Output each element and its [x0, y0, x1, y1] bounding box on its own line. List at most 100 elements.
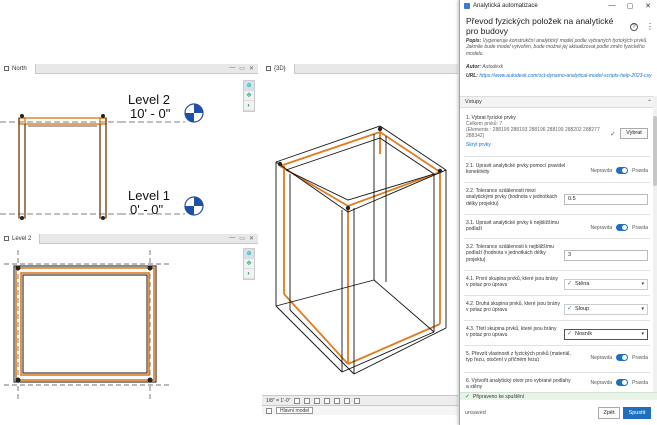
- panel-footer: unsaved Zpět Spustit: [460, 401, 657, 425]
- check-icon: ✓: [465, 394, 471, 400]
- connectivity-toggle[interactable]: Nepravda Pravda: [590, 167, 648, 174]
- level-1-head-icon: [184, 196, 204, 216]
- script-title: Převod fyzických položek na analytické p…: [466, 16, 614, 36]
- level-2-plan-drawing: [4, 250, 170, 402]
- toggle-on-label: Pravda: [632, 379, 648, 386]
- close-icon[interactable]: ✕: [639, 2, 657, 10]
- north-window-controls[interactable]: — ▭ ✕: [229, 65, 258, 72]
- level-2-window-controls[interactable]: — ▭ ✕: [229, 235, 258, 242]
- 3d-view[interactable]: {3D}: [262, 64, 458, 412]
- crop-icon[interactable]: [334, 397, 341, 404]
- run-button[interactable]: Spustit: [623, 407, 651, 419]
- author-label: Autor:: [466, 64, 481, 70]
- active-model-field[interactable]: Hlavní model: [276, 407, 314, 414]
- tab-north[interactable]: North: [0, 64, 36, 74]
- north-view-header: North — ▭ ✕: [0, 64, 258, 74]
- north-elevation-view[interactable]: North — ▭ ✕ Level 2 10' - 0" Level 1 0' …: [0, 64, 258, 232]
- level-2-plan-view[interactable]: Level 2 — ▭ ✕ ⊕ ✥ ◐: [0, 234, 258, 404]
- detail-level-icon[interactable]: [294, 397, 301, 404]
- scrollbar-thumb[interactable]: [653, 116, 657, 186]
- chevron-up-icon[interactable]: ⌃: [647, 99, 652, 106]
- row-label: 6. Vytvořit analytický otvor pro vybrané…: [466, 378, 571, 391]
- 3d-tab-label: {3D}: [274, 65, 286, 72]
- view-scale[interactable]: 1/8" = 1'-0": [266, 398, 290, 404]
- physical-properties-toggle[interactable]: Nepravda Pravda: [590, 354, 648, 361]
- toggle-switch[interactable]: [616, 167, 629, 174]
- tab-3d[interactable]: {3D}: [262, 64, 295, 74]
- input-first-group: 4.1. První skupina prvků, které jsou brá…: [464, 273, 650, 296]
- row-label: 4.1. První skupina prvků, které jsou brá…: [466, 276, 558, 289]
- select-elements-button[interactable]: Vybrat: [620, 128, 648, 139]
- second-group-select[interactable]: ✓ Sloup ▾: [564, 304, 648, 315]
- back-button[interactable]: Zpět: [598, 407, 620, 419]
- toggle-switch[interactable]: [616, 224, 629, 231]
- first-group-select[interactable]: ✓ Stěna ▾: [564, 279, 648, 290]
- input-select-elements: 1. Vybrat fyzické prvky Celkem prvků: 7 …: [464, 111, 650, 157]
- url-link[interactable]: https://www.autodesk.com/sct-dynamo-anal…: [479, 73, 651, 79]
- zoom-icon[interactable]: ⊕: [244, 81, 254, 91]
- level-2-view-header: Level 2 — ▭ ✕: [0, 234, 258, 244]
- plan-view-icon: [4, 236, 9, 241]
- nearest-level-toggle[interactable]: Nepravda Pravda: [590, 224, 648, 231]
- inputs-scroll-area[interactable]: Vstupy ⌃ 1. Vybrat fyzické prvky Celkem …: [460, 96, 657, 392]
- panel-scrollbar[interactable]: [653, 96, 657, 392]
- unsaved-indicator: unsaved: [465, 410, 486, 416]
- check-icon: ✓: [567, 281, 573, 287]
- third-group-select[interactable]: ✓ Nosník ▾: [564, 329, 648, 340]
- level-2-navigation-bar[interactable]: ⊕ ✥ ◐: [243, 248, 255, 280]
- sun-path-icon[interactable]: [314, 397, 321, 404]
- shadows-icon[interactable]: [324, 397, 331, 404]
- inputs-section-label: Vstupy: [465, 99, 482, 105]
- level-tolerance-input[interactable]: 3: [564, 250, 648, 261]
- north-navigation-bar[interactable]: ⊕ ✥ ◐: [243, 80, 255, 112]
- toggle-off-label: Nepravda: [590, 167, 613, 174]
- toggle-on-label: Pravda: [632, 224, 648, 231]
- input-second-group: 4.2. Druhá skupina prvků, které jsou brá…: [464, 298, 650, 321]
- revit-workspace: North — ▭ ✕ Level 2 10' - 0" Level 1 0' …: [0, 0, 657, 425]
- 3d-view-header: {3D}: [262, 64, 458, 74]
- visual-style-icon[interactable]: [304, 397, 311, 404]
- inputs-section-header[interactable]: Vstupy ⌃: [460, 97, 657, 108]
- url-label: URL:: [466, 73, 478, 79]
- toggle-off-label: Nepravda: [590, 379, 613, 386]
- reveal-icon[interactable]: [354, 397, 361, 404]
- toggle-switch[interactable]: [616, 379, 629, 386]
- orbit-icon[interactable]: ◐: [244, 101, 254, 111]
- check-icon: ✓: [567, 331, 573, 337]
- analytical-opening-toggle[interactable]: Nepravda Pravda: [590, 379, 648, 386]
- hide-icon[interactable]: [344, 397, 351, 404]
- pan-icon[interactable]: ✥: [244, 259, 254, 269]
- row-label: 2.1. Upravit analytické prvky pomocí pra…: [466, 163, 566, 176]
- orbit-icon[interactable]: ◐: [244, 269, 254, 279]
- ready-status-text: Připraveno ke spuštění: [473, 393, 525, 400]
- description-label: Popis:: [466, 38, 482, 44]
- chevron-down-icon[interactable]: ▾: [641, 305, 644, 314]
- check-icon: ✓: [610, 131, 616, 138]
- pan-icon[interactable]: ✥: [244, 91, 254, 101]
- maximize-icon[interactable]: ▢: [621, 2, 639, 10]
- input-level-tolerance: 3.2. Tolerance vzdálenosti k nejbližšímu…: [464, 241, 650, 271]
- chevron-down-icon[interactable]: ▾: [641, 280, 644, 289]
- author-text: Autodesk: [482, 64, 504, 70]
- row-label: 2.2. Tolerance vzdálenosti mezi analytic…: [466, 188, 558, 207]
- more-options-icon[interactable]: ⋮: [646, 22, 654, 31]
- toggle-switch[interactable]: [616, 354, 629, 361]
- view-control-bar[interactable]: 1/8" = 1'-0": [262, 395, 458, 405]
- zoom-icon[interactable]: ⊕: [244, 249, 254, 259]
- toggle-off-label: Nepravda: [590, 354, 613, 361]
- workset-icon[interactable]: [266, 407, 272, 414]
- first-group-value: Stěna: [575, 281, 590, 287]
- app-icon: [464, 3, 470, 9]
- toggle-off-label: Nepravda: [590, 224, 613, 231]
- ready-status-bar: ✓ Připraveno ke spuštění: [460, 392, 657, 400]
- help-icon[interactable]: ?: [630, 23, 638, 31]
- panel-window-title: Analytická automatizace: [473, 3, 538, 9]
- tab-level-2[interactable]: Level 2: [0, 234, 41, 244]
- element-tolerance-input[interactable]: 0.5: [564, 194, 648, 205]
- chevron-down-icon[interactable]: ▾: [641, 330, 644, 339]
- input-third-group: 4.3. Třetí skupina prvků, které jsou brá…: [464, 323, 650, 346]
- hide-elements-link[interactable]: Skrýt prvky: [466, 142, 491, 148]
- minimize-icon[interactable]: —: [603, 2, 621, 10]
- elevation-view-icon: [4, 66, 9, 71]
- level-2-head-icon: [184, 103, 204, 123]
